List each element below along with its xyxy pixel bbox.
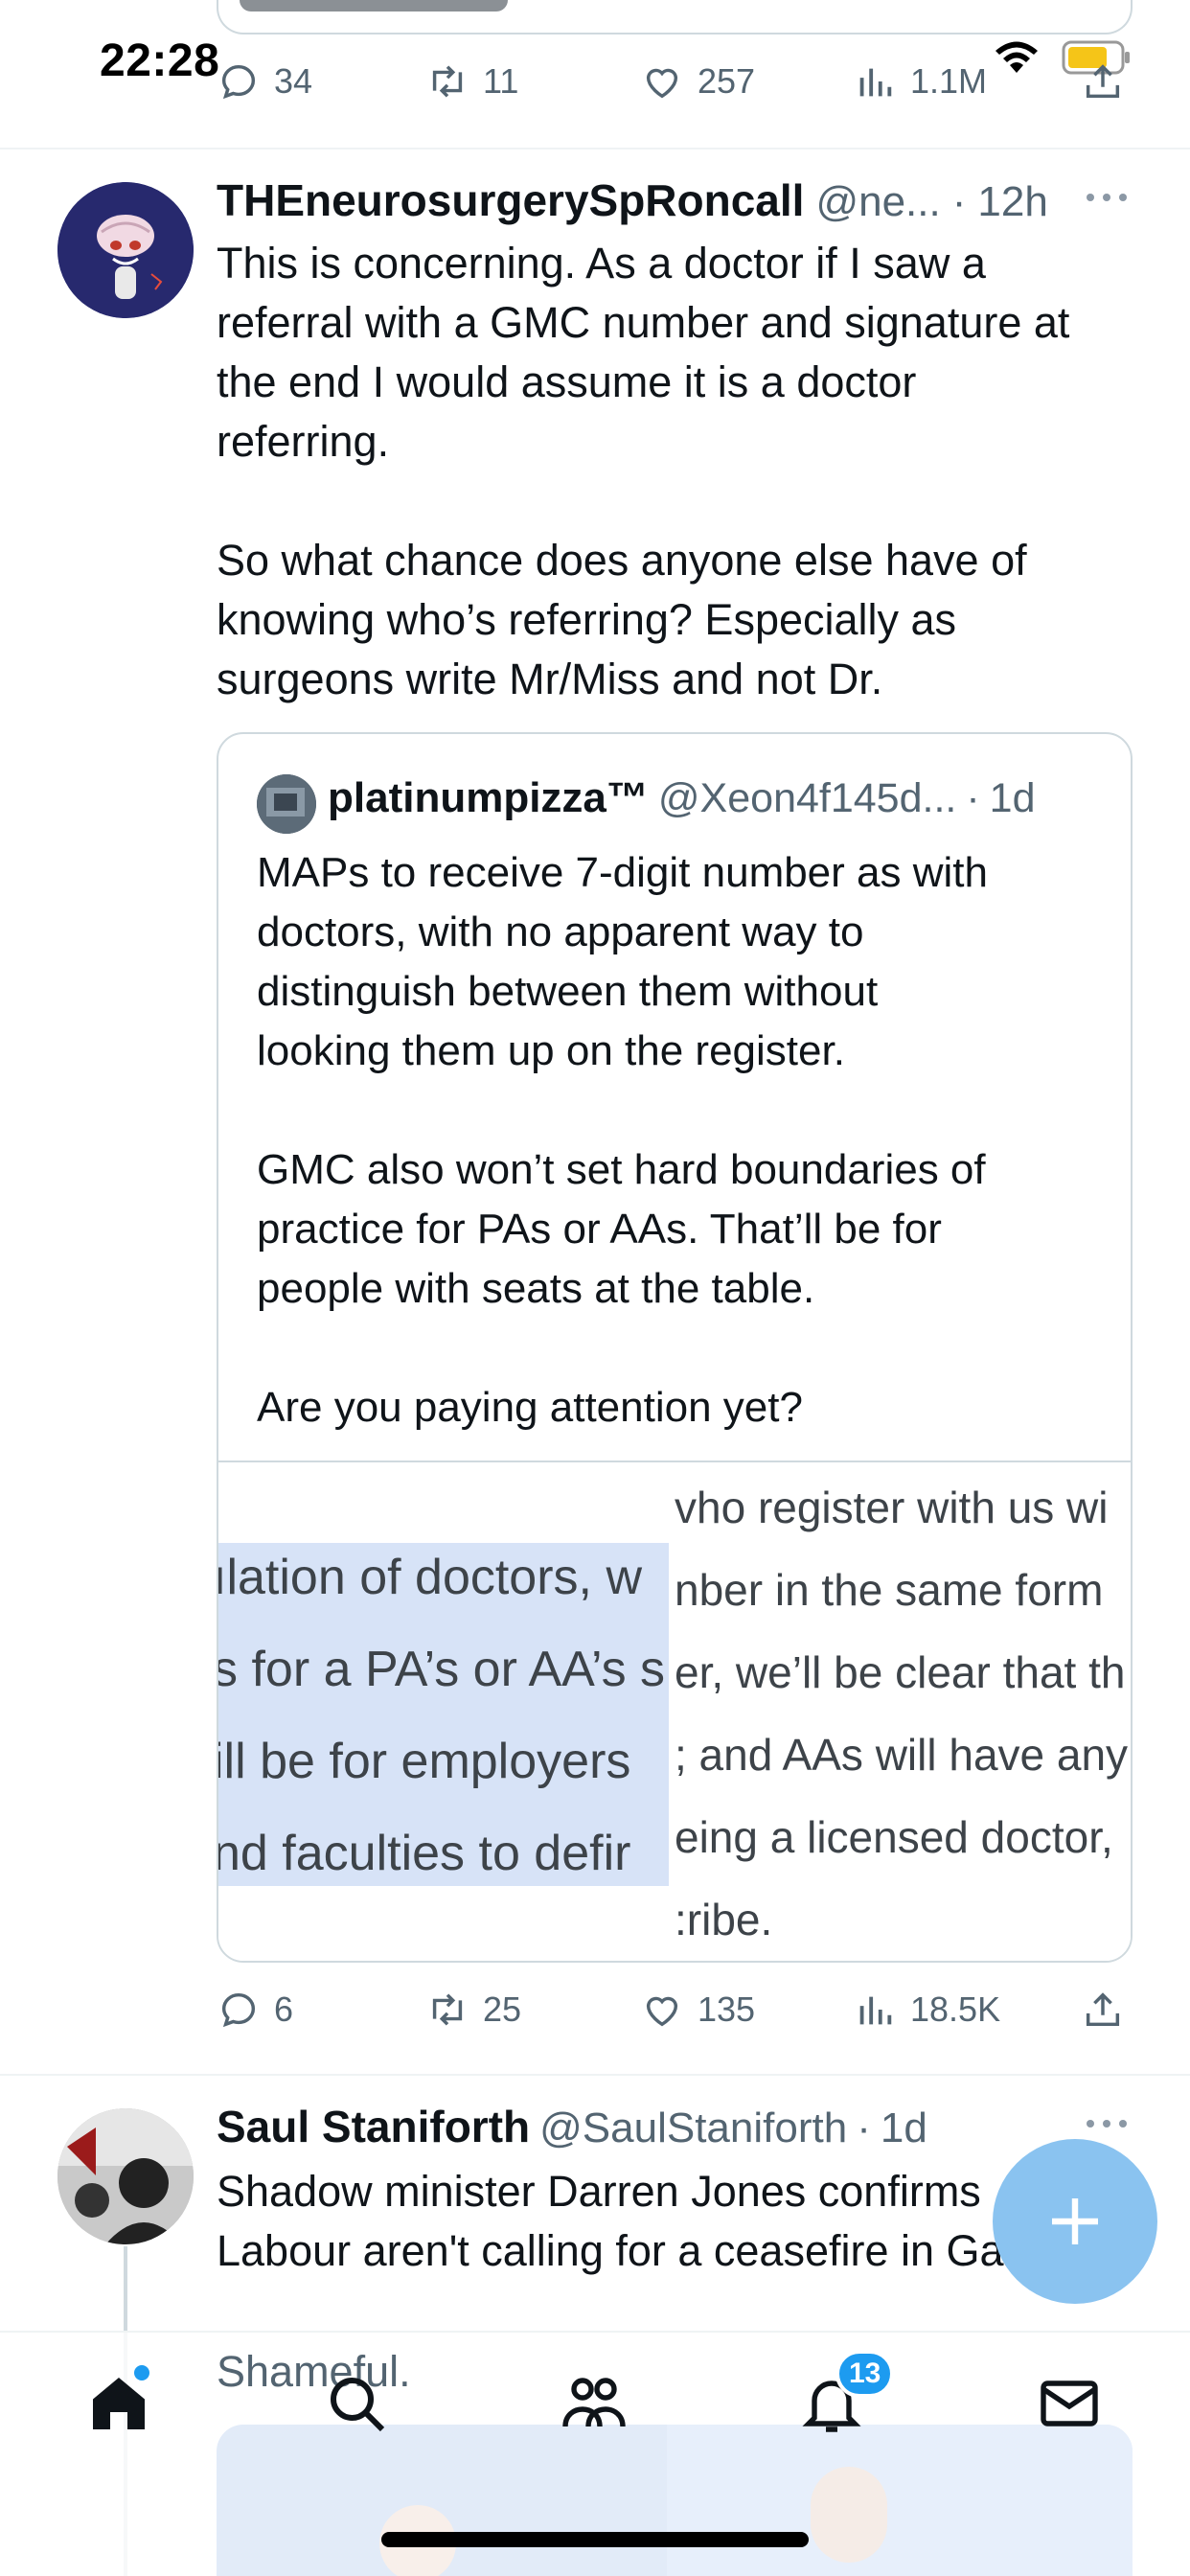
share-button[interactable] [1081,1988,1125,2032]
separator: · [857,2104,871,2151]
mail-icon [1041,2380,1098,2426]
media-right-panel: vho register with us wi nber in the same… [669,1462,1131,1961]
reply-icon [221,64,256,100]
share-button[interactable] [1081,59,1125,104]
compose-button[interactable] [993,2139,1157,2304]
reply-button[interactable]: 6 [217,1988,293,2032]
views-icon [859,1996,892,2025]
retweet-button[interactable]: 11 [425,59,518,104]
media-left-line-4: nd faculties to defir [218,1826,631,1881]
more-icon [1087,2120,1127,2128]
display-name[interactable]: THEneurosurgerySpRoncall [217,174,804,226]
reply-button[interactable]: 34 [217,59,312,104]
quote-text: MAPs to receive 7-digit number as with d… [257,849,988,1431]
tweet-text-paragraph-1: This is concerning. As a doctor if I saw… [217,239,1070,466]
more-options-button[interactable] [1085,188,1129,212]
share-icon [1086,1992,1120,2027]
quote-media[interactable]: ılation of doctors, w s for a PA’s or AA… [218,1460,1131,1961]
heart-icon [646,1996,678,2027]
media-left-line-1: ılation of doctors, w [218,1550,642,1605]
quote-avatar-icon [257,774,316,834]
like-count: 135 [698,1990,756,2029]
more-options-button[interactable] [1085,2114,1129,2138]
media-right-line-1: vho register with us wi [675,1483,1109,1532]
notifications-badge: 13 [835,2350,895,2398]
views-button[interactable]: 1.1M [853,59,987,104]
retweet-icon [432,1993,463,2026]
tweet-time[interactable]: 1d [881,2104,927,2152]
retweet-count: 25 [483,1990,522,2029]
home-indicator [381,2532,809,2547]
prev-tweet-actions: 34 11 257 1.1M [0,0,1190,144]
media-left-line-3: ill be for employers [218,1734,631,1789]
nav-notifications[interactable]: 13 [797,2350,895,2438]
communities-icon [562,2378,626,2427]
heart-icon [646,68,678,99]
views-icon [859,68,892,97]
avatar[interactable] [57,182,194,318]
media-right-line-4: ; and AAs will have any [675,1730,1129,1780]
avatar-brain-mouse-icon [57,182,194,318]
quote-card[interactable]: platinumpizza™ @Xeon4f145d... · 1d MAPs … [217,732,1133,1963]
quote-avatar [257,774,316,834]
media-right-line-2: nber in the same form [675,1565,1104,1615]
share-icon [1086,64,1120,99]
retweet-count: 11 [483,61,519,101]
reply-icon [221,1992,256,2028]
tweet-divider [0,2074,1190,2076]
retweet-icon [432,65,463,98]
more-icon [1087,194,1127,201]
views-button[interactable]: 18.5K [853,1988,1000,2032]
quote-separator: · [966,775,980,821]
reply-count: 6 [274,1990,294,2029]
avatar-photo-icon [57,2108,194,2244]
quote-time: 1d [989,775,1036,821]
like-button[interactable]: 257 [640,59,755,104]
quote-handle: @Xeon4f145d... [657,775,957,821]
display-name[interactable]: Saul Staniforth [217,2101,530,2152]
tweet-divider [0,148,1190,150]
media-right-line-6: :ribe. [675,1895,773,1944]
retweet-button[interactable]: 25 [425,1988,521,2032]
views-count: 1.1M [910,61,988,101]
nav-communities[interactable] [560,2369,629,2438]
home-unread-dot [134,2365,149,2380]
media-left-line-2: s for a PA’s or AA’s s [218,1642,666,1697]
prev-quote-card-bottom [217,0,1133,34]
next-tweet-header: Saul Staniforth @SaulStaniforth · 1d [217,2101,927,2152]
nav-search[interactable] [322,2369,391,2438]
separator: · [951,178,967,225]
reply-count: 34 [274,61,313,101]
tweet-text-paragraph-2: So what chance does anyone else have of … [217,536,1027,703]
like-count: 257 [698,61,756,101]
search-icon [331,2378,385,2432]
views-count: 18.5K [910,1990,1001,2029]
user-handle[interactable]: @ne... [815,178,940,226]
tweet-header: THEneurosurgerySpRoncall @ne... · 12h [217,174,1048,226]
user-handle[interactable]: @SaulStaniforth [539,2104,847,2152]
quote-display-name: platinumpizza™ [328,774,649,821]
media-right-line-3: er, we’ll be clear that th [675,1647,1126,1697]
nav-home[interactable] [84,2365,153,2438]
like-button[interactable]: 135 [640,1988,755,2032]
media-right-line-5: eing a licensed doctor, [675,1812,1113,1862]
avatar[interactable] [57,2108,194,2244]
quote-header: platinumpizza™ @Xeon4f145d... · 1d [328,774,1036,822]
tweet-time[interactable]: 12h [977,178,1047,226]
plus-icon [1052,2198,1098,2244]
nav-messages[interactable] [1035,2369,1104,2438]
